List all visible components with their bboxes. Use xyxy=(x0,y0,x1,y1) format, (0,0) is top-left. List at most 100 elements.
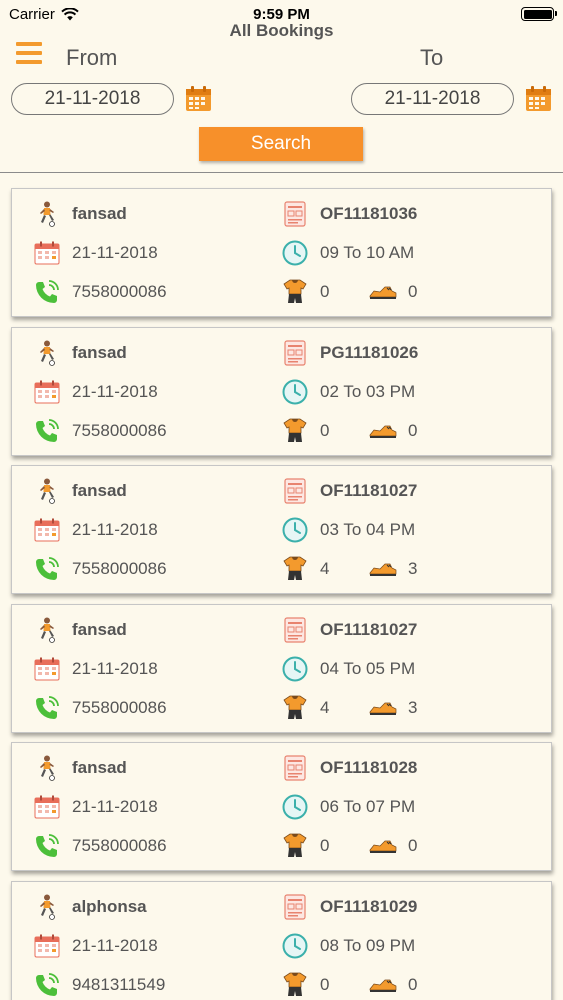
jersey-count: 4 xyxy=(320,697,330,717)
jersey-count: 0 xyxy=(320,836,330,855)
calendar-icon xyxy=(34,240,60,266)
jersey-count: 0 xyxy=(320,282,330,301)
jersey-icon xyxy=(282,695,308,721)
booking-date: 21-11-2018 xyxy=(72,658,158,678)
phone-icon[interactable] xyxy=(34,418,60,444)
receipt-icon xyxy=(282,201,308,227)
calendar-icon xyxy=(34,933,60,959)
jersey-icon xyxy=(282,972,308,998)
phone-icon[interactable] xyxy=(34,695,60,721)
booking-id: OF11181036 xyxy=(320,204,418,223)
clock-icon xyxy=(282,240,308,266)
booking-time: 02 To 03 PM xyxy=(320,381,416,401)
booking-date: 21-11-2018 xyxy=(72,381,158,401)
boot-icon xyxy=(368,695,398,721)
booking-card[interactable]: fansad 21-11-2018 xyxy=(11,188,552,317)
booking-phone[interactable]: 7558000086 xyxy=(72,282,167,302)
clock-icon xyxy=(282,933,308,959)
boots-count: 3 xyxy=(408,559,418,578)
booking-name: alphonsa xyxy=(72,896,147,916)
booking-time: 08 To 09 PM xyxy=(320,935,416,955)
booking-date: 21-11-2018 xyxy=(72,520,158,539)
booking-name: fansad xyxy=(72,481,127,500)
receipt-icon xyxy=(282,755,308,781)
booking-card[interactable]: fansad 21-11-2018 xyxy=(11,742,552,871)
boots-count: 0 xyxy=(408,974,418,994)
booking-card[interactable]: fansad 21-11-2018 xyxy=(11,326,552,456)
booking-card[interactable]: fansad 21-11-2018 xyxy=(11,603,552,733)
boots-count: 0 xyxy=(408,282,418,301)
jersey-count: 4 xyxy=(320,559,330,578)
boots-count: 0 xyxy=(408,420,418,440)
from-calendar-icon[interactable] xyxy=(185,85,212,112)
player-icon xyxy=(34,478,60,504)
jersey-icon xyxy=(282,279,308,305)
boot-icon xyxy=(368,972,398,998)
player-icon xyxy=(34,894,60,920)
jersey-count: 0 xyxy=(320,420,330,440)
booking-id: OF11181028 xyxy=(320,758,418,777)
receipt-icon xyxy=(282,339,308,366)
header-divider xyxy=(0,172,563,173)
calendar-icon xyxy=(34,656,60,682)
player-icon xyxy=(34,340,60,366)
booking-id: OF11181029 xyxy=(320,896,418,916)
clock-icon xyxy=(282,517,308,543)
clock-icon xyxy=(282,379,308,405)
phone-icon[interactable] xyxy=(34,972,60,998)
booking-name: fansad xyxy=(72,204,127,223)
booking-date: 21-11-2018 xyxy=(72,797,158,816)
booking-time: 06 To 07 PM xyxy=(320,797,416,816)
bookings-list: fansad 21-11-2018 7558000086 OF11181036 … xyxy=(11,188,552,1000)
to-date-field[interactable]: 21-11-2018 xyxy=(351,83,514,115)
jersey-count: 0 xyxy=(320,974,330,994)
boot-icon xyxy=(368,279,398,305)
from-date-field[interactable]: 21-11-2018 xyxy=(11,83,174,115)
booking-id: PG11181026 xyxy=(320,342,419,362)
booking-id: OF11181027 xyxy=(320,619,418,639)
receipt-icon xyxy=(282,893,308,920)
boot-icon xyxy=(368,556,398,582)
booking-id: OF11181027 xyxy=(320,481,418,500)
booking-card[interactable]: fansad 21-11-2018 xyxy=(11,465,552,594)
jersey-icon xyxy=(282,418,308,444)
phone-icon[interactable] xyxy=(34,556,60,582)
page-title: All Bookings xyxy=(229,21,334,40)
booking-phone[interactable]: 9481311549 xyxy=(72,975,165,995)
booking-date: 21-11-2018 xyxy=(72,935,158,955)
boots-count: 0 xyxy=(408,836,418,855)
boot-icon xyxy=(368,418,398,444)
booking-time: 03 To 04 PM xyxy=(320,520,416,539)
to-label: To xyxy=(420,45,444,70)
booking-time: 04 To 05 PM xyxy=(320,658,416,678)
boots-count: 3 xyxy=(408,697,418,717)
booking-card[interactable]: alphonsa 21-11-2018 9481311549 OF1118102… xyxy=(11,880,552,1000)
booking-date: 21-11-2018 xyxy=(72,243,158,262)
booking-time: 09 To 10 AM xyxy=(320,243,415,262)
receipt-icon xyxy=(282,616,308,643)
calendar-icon xyxy=(34,379,60,405)
calendar-icon xyxy=(34,517,60,543)
booking-name: fansad xyxy=(72,342,127,362)
clock-icon xyxy=(282,794,308,820)
hamburger-menu-icon[interactable] xyxy=(16,42,42,64)
jersey-icon xyxy=(282,833,308,859)
calendar-icon xyxy=(34,794,60,820)
booking-phone[interactable]: 7558000086 xyxy=(72,698,167,718)
boot-icon xyxy=(368,833,398,859)
booking-phone[interactable]: 7558000086 xyxy=(72,559,167,579)
player-icon xyxy=(34,617,60,643)
booking-name: fansad xyxy=(72,619,127,639)
from-label: From xyxy=(66,45,118,70)
battery-icon xyxy=(521,7,557,21)
player-icon xyxy=(34,755,60,781)
phone-icon[interactable] xyxy=(34,279,60,305)
phone-icon[interactable] xyxy=(34,833,60,859)
receipt-icon xyxy=(282,478,308,504)
booking-name: fansad xyxy=(72,758,127,777)
jersey-icon xyxy=(282,556,308,582)
to-calendar-icon[interactable] xyxy=(525,85,552,112)
booking-phone[interactable]: 7558000086 xyxy=(72,836,167,856)
search-button[interactable]: Search xyxy=(199,127,363,161)
booking-phone[interactable]: 7558000086 xyxy=(72,421,167,441)
